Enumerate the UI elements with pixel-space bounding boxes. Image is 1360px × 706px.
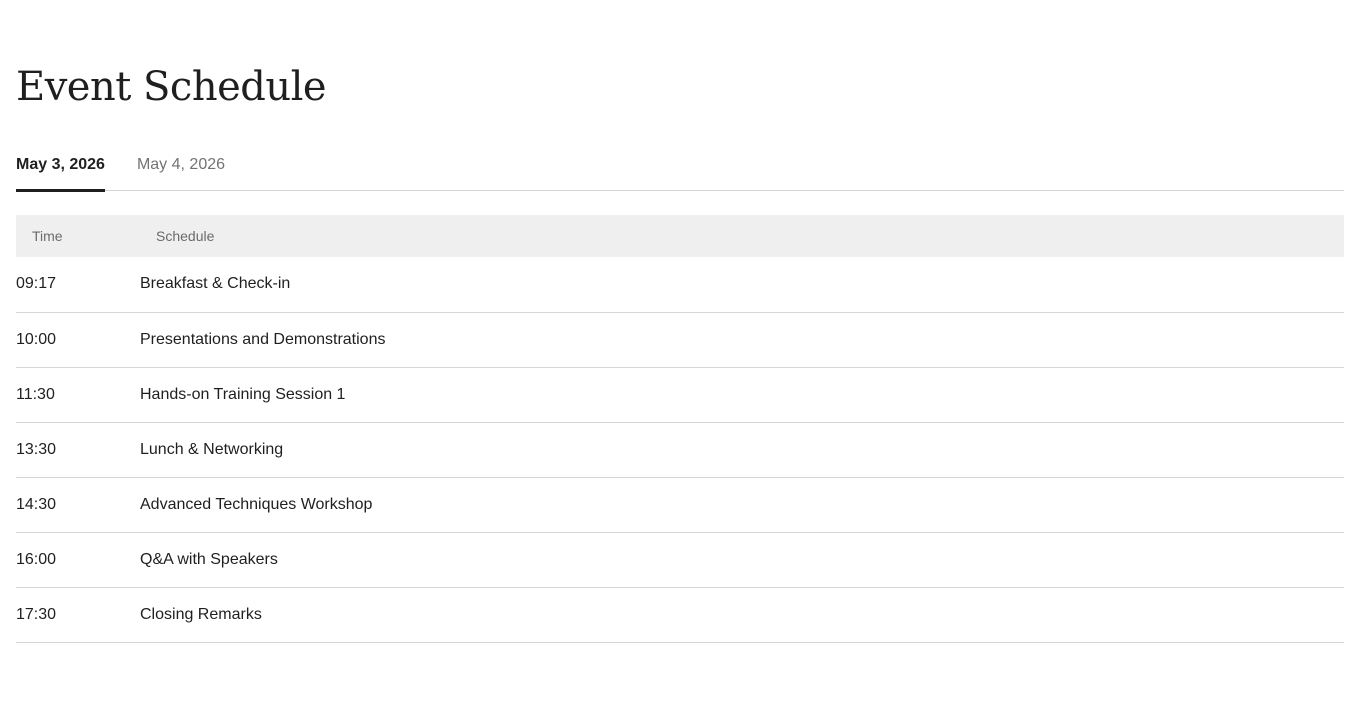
row-time: 11:30 [16, 385, 55, 403]
tab-may-3[interactable]: May 3, 2026 [16, 148, 105, 192]
row-title: Breakfast & Check-in [140, 275, 291, 293]
schedule-table: Time Schedule 09:17 Breakfast & Check-in… [16, 215, 1344, 643]
table-row: 11:30 Hands-on Training Session 1 [16, 367, 1344, 422]
table-header: Time Schedule [16, 215, 1344, 257]
column-header-time: Time [32, 228, 63, 244]
tab-may-4[interactable]: May 4, 2026 [137, 148, 225, 191]
date-tabs: May 3, 2026 May 4, 2026 [16, 148, 1344, 192]
row-title: Advanced Techniques Workshop [140, 495, 373, 513]
table-row: 14:30 Advanced Techniques Workshop [16, 477, 1344, 532]
table-row: 13:30 Lunch & Networking [16, 422, 1344, 477]
row-time: 09:17 [16, 275, 57, 293]
row-title: Presentations and Demonstrations [140, 330, 386, 348]
row-time: 16:00 [16, 550, 57, 568]
row-title: Lunch & Networking [140, 440, 284, 458]
table-row: 09:17 Breakfast & Check-in [16, 257, 1344, 312]
row-time: 10:00 [16, 330, 57, 348]
row-time: 13:30 [16, 440, 57, 458]
table-row: 10:00 Presentations and Demonstrations [16, 312, 1344, 367]
row-title: Hands-on Training Session 1 [140, 385, 346, 403]
row-title: Closing Remarks [140, 605, 262, 623]
table-row: 16:00 Q&A with Speakers [16, 532, 1344, 587]
column-header-schedule: Schedule [156, 228, 215, 244]
table-header-row: Time Schedule [16, 215, 1344, 257]
page: Event Schedule May 3, 2026 May 4, 2026 T… [0, 0, 1360, 706]
row-time: 17:30 [16, 605, 57, 623]
page-title: Event Schedule [16, 64, 327, 110]
table-row: 17:30 Closing Remarks [16, 587, 1344, 642]
row-title: Q&A with Speakers [140, 550, 278, 568]
table-body: 09:17 Breakfast & Check-in 10:00 Present… [16, 257, 1344, 642]
row-time: 14:30 [16, 495, 57, 513]
